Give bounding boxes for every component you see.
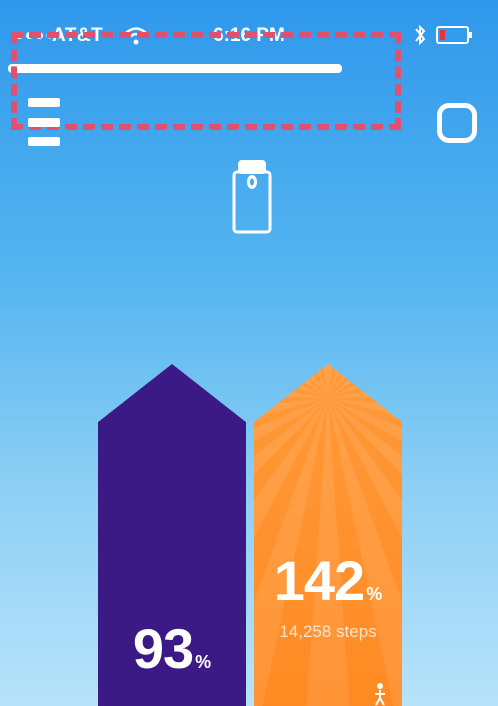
goal-progress-arrow[interactable]: 93% bbox=[98, 364, 246, 706]
device-icon[interactable] bbox=[232, 154, 272, 234]
battery-icon bbox=[436, 26, 472, 44]
sync-progress-bar bbox=[8, 64, 342, 73]
profile-icon[interactable] bbox=[437, 103, 477, 143]
steps-subtitle: 14,258 steps bbox=[279, 622, 377, 641]
goal-unit: % bbox=[195, 652, 212, 672]
dashboard-screen: AT&T 6:16 PM 93% 142 % 14,258 steps bbox=[0, 0, 498, 706]
status-time: 6:16 PM bbox=[213, 25, 285, 46]
steps-value: 142% bbox=[254, 548, 402, 613]
steps-unit: % bbox=[366, 584, 383, 604]
carrier-label: AT&T bbox=[52, 25, 104, 46]
steps-percent: 142 bbox=[273, 549, 365, 612]
figure-icon bbox=[375, 683, 385, 706]
wifi-icon bbox=[125, 27, 147, 45]
sync-progress-fill bbox=[8, 64, 342, 73]
menu-icon[interactable] bbox=[28, 98, 60, 146]
goal-percent: 93 bbox=[132, 617, 194, 680]
goal-value: 93% bbox=[98, 616, 246, 681]
bluetooth-icon bbox=[415, 24, 426, 46]
status-bar: AT&T 6:16 PM bbox=[0, 0, 498, 73]
steps-progress-arrow[interactable]: 142% 14,258 steps bbox=[254, 364, 402, 706]
